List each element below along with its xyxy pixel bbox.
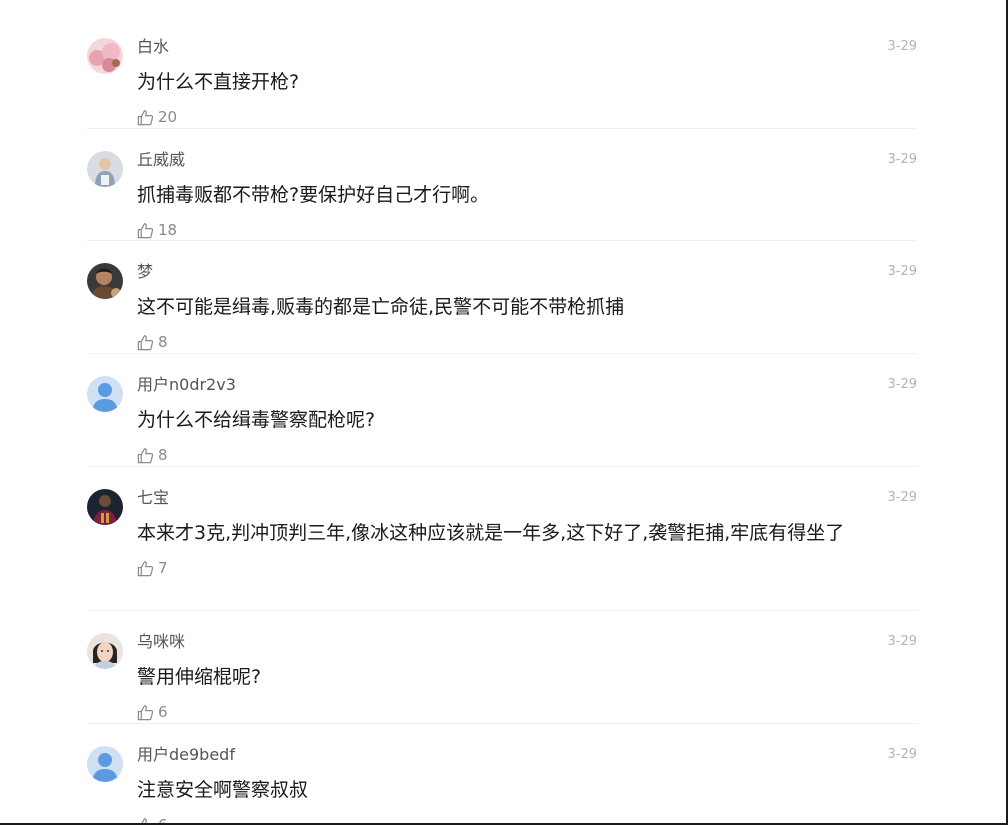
like-button[interactable]: 18	[137, 221, 177, 239]
comment-header: 用户de9bedf 3-29	[137, 743, 917, 767]
like-button[interactable]: 6	[137, 703, 168, 721]
comment-item: 梦 3-29 这不可能是缉毒,贩毒的都是亡命徒,民警不可能不带枪抓捕 8	[87, 241, 917, 354]
comment-footer: 8	[137, 328, 917, 356]
username[interactable]: 梦	[137, 260, 153, 284]
girl-photo-icon[interactable]	[87, 633, 123, 669]
comment-text: 为什么不直接开枪?	[137, 71, 300, 93]
like-count: 18	[158, 221, 178, 239]
like-count: 8	[158, 446, 168, 464]
comment-text: 注意安全啊警察叔叔	[137, 779, 309, 801]
pink-flower-photo-icon[interactable]	[87, 38, 123, 74]
like-count: 6	[158, 816, 168, 825]
soccer-player-photo-icon[interactable]	[87, 489, 123, 525]
comment-header: 七宝 3-29	[137, 486, 917, 510]
comment-date: 3-29	[887, 377, 917, 392]
comment-item: 七宝 3-29 本来才3克,判冲顶判三年,像冰这种应该就是一年多,这下好了,袭警…	[87, 467, 917, 611]
comment-text: 为什么不给缉毒警察配枪呢?	[137, 409, 376, 431]
username[interactable]: 丘威威	[137, 148, 185, 172]
thumbs-up-icon	[137, 334, 154, 350]
man-photo-icon[interactable]	[87, 263, 123, 299]
comment-page: 白水 3-29 为什么不直接开枪? 20 丘威威 3-29 抓捕毒贩都不带枪?要…	[0, 0, 1008, 825]
username[interactable]: 用户n0dr2v3	[137, 373, 236, 397]
comment-footer: 6	[137, 698, 917, 726]
comment-date: 3-29	[887, 490, 917, 505]
comment-text: 这不可能是缉毒,贩毒的都是亡命徒,民警不可能不带枪抓捕	[137, 296, 625, 318]
like-count: 6	[158, 703, 168, 721]
comment-list: 白水 3-29 为什么不直接开枪? 20 丘威威 3-29 抓捕毒贩都不带枪?要…	[87, 35, 917, 825]
thumbs-up-icon	[137, 560, 154, 576]
comment-footer: 20	[137, 103, 917, 131]
thumbs-up-icon	[137, 704, 154, 720]
like-button[interactable]: 8	[137, 446, 168, 464]
comment-footer: 8	[137, 441, 917, 469]
thumbs-up-icon	[137, 447, 154, 463]
comment-header: 白水 3-29	[137, 35, 917, 59]
default-user-icon[interactable]	[87, 376, 123, 412]
comment-item: 用户de9bedf 3-29 注意安全啊警察叔叔 6	[87, 724, 917, 825]
comment-date: 3-29	[887, 152, 917, 167]
comment-item: 丘威威 3-29 抓捕毒贩都不带枪?要保护好自己才行啊。 18	[87, 129, 917, 241]
comment-footer: 7	[137, 554, 917, 582]
comment-item: 用户n0dr2v3 3-29 为什么不给缉毒警察配枪呢? 8	[87, 354, 917, 467]
comment-item: 白水 3-29 为什么不直接开枪? 20	[87, 35, 917, 129]
thumbs-up-icon	[141, 817, 153, 823]
comment-header: 丘威威 3-29	[137, 148, 917, 172]
like-button[interactable]: 6	[137, 816, 168, 825]
like-count: 7	[158, 559, 168, 577]
username[interactable]: 白水	[137, 35, 169, 59]
username[interactable]: 用户de9bedf	[137, 743, 235, 767]
like-button[interactable]: 7	[137, 559, 168, 577]
comment-date: 3-29	[887, 747, 917, 762]
comment-header: 乌咪咪 3-29	[137, 630, 917, 654]
child-photo-icon[interactable]	[87, 151, 123, 187]
comment-footer: 6	[137, 811, 917, 825]
username[interactable]: 七宝	[137, 486, 169, 510]
comment-text: 抓捕毒贩都不带枪?要保护好自己才行啊。	[137, 184, 490, 206]
comment-text: 本来才3克,判冲顶判三年,像冰这种应该就是一年多,这下好了,袭警拒捕,牢底有得坐…	[137, 522, 845, 544]
comment-header: 用户n0dr2v3 3-29	[137, 373, 917, 397]
thumbs-up-icon	[137, 222, 154, 238]
default-user-icon[interactable]	[87, 746, 123, 782]
comment-item: 乌咪咪 3-29 警用伸缩棍呢? 6	[87, 611, 917, 724]
comment-date: 3-29	[887, 264, 917, 279]
comment-footer: 18	[137, 216, 917, 244]
like-count: 8	[158, 333, 168, 351]
comment-text: 警用伸缩棍呢?	[137, 666, 262, 688]
like-button[interactable]: 8	[137, 333, 168, 351]
username[interactable]: 乌咪咪	[137, 630, 185, 654]
comment-date: 3-29	[887, 634, 917, 649]
comment-date: 3-29	[887, 39, 917, 54]
comment-header: 梦 3-29	[137, 260, 917, 284]
like-count: 20	[158, 108, 178, 126]
thumbs-up-icon	[137, 109, 154, 125]
like-button[interactable]: 20	[137, 108, 177, 126]
